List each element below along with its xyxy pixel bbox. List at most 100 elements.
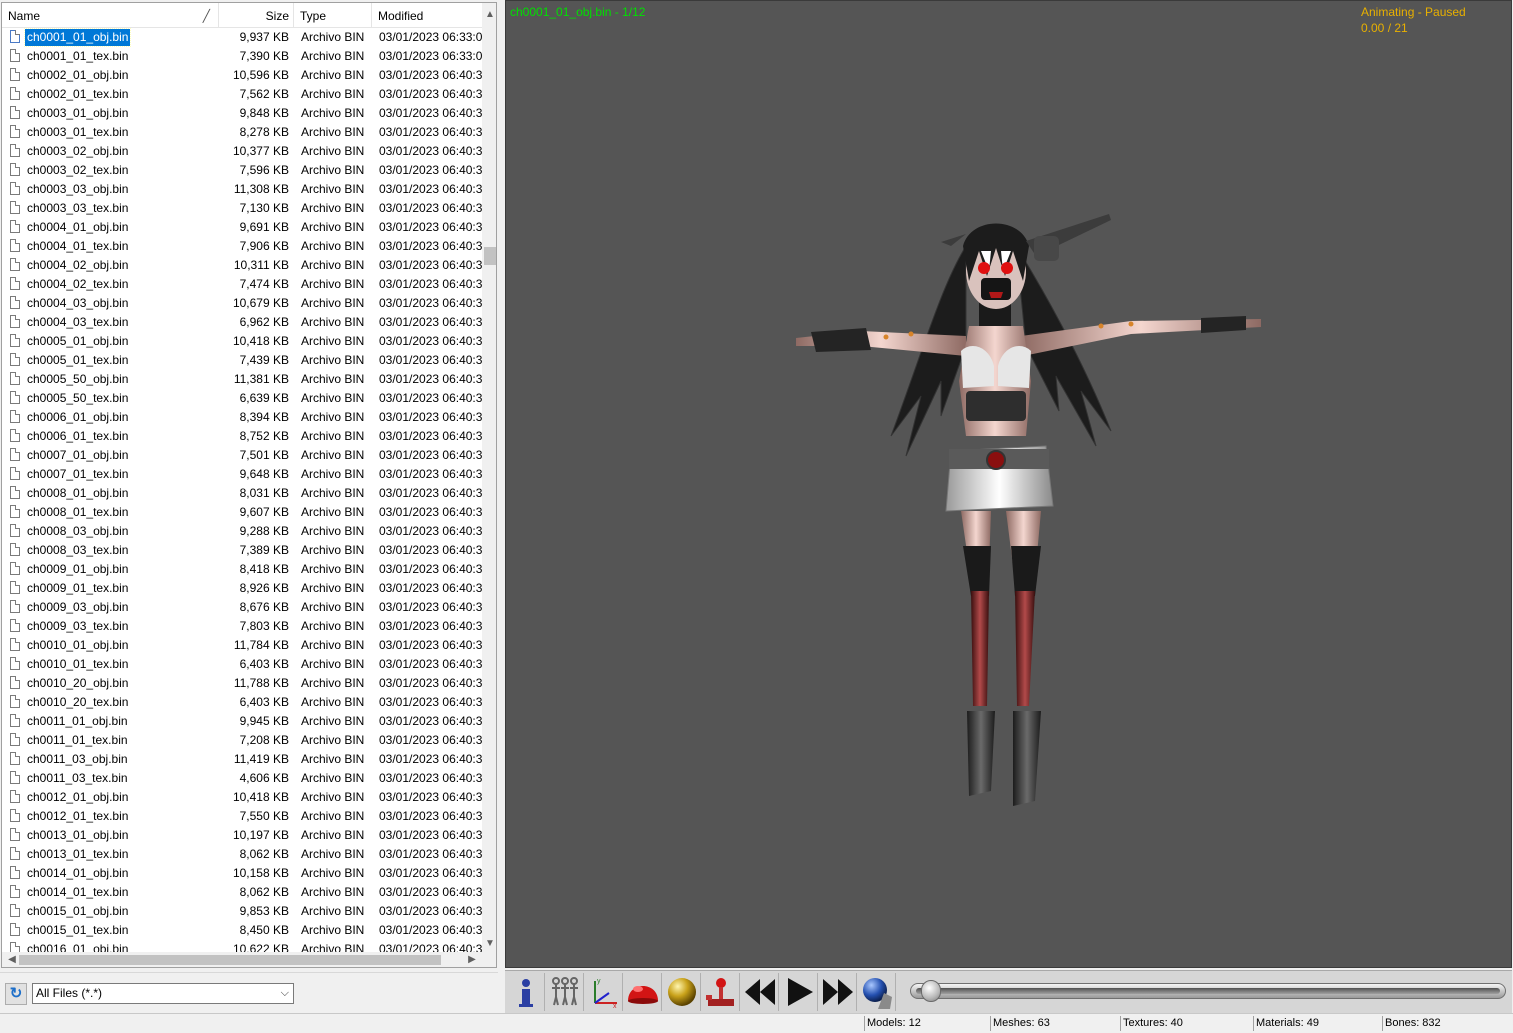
vertical-scrollbar[interactable]: ▲ ▼ xyxy=(482,3,496,952)
file-icon xyxy=(10,619,20,632)
file-icon xyxy=(10,277,20,290)
file-size: 7,208 KB xyxy=(239,733,289,747)
file-name: ch0010_20_tex.bin xyxy=(27,695,129,709)
file-row[interactable]: ch0011_01_obj.bin 9,945 KB Archivo BIN 03/0… xyxy=(2,712,482,731)
file-row[interactable]: ch0006_01_obj.bin 8,394 KB Archivo BIN 03/0… xyxy=(2,408,482,427)
file-row[interactable]: ch0002_01_obj.bin 10,596 KB Archivo BIN 03/… xyxy=(2,66,482,85)
material-sphere-button[interactable] xyxy=(663,973,701,1011)
scroll-up-icon[interactable]: ▲ xyxy=(482,7,496,23)
file-row[interactable]: ch0004_02_obj.bin 10,311 KB Archivo BIN 03/… xyxy=(2,256,482,275)
file-row[interactable]: ch0009_03_tex.bin 7,803 KB Archivo BIN 03/0… xyxy=(2,617,482,636)
play-button[interactable] xyxy=(780,973,818,1011)
column-header-modified[interactable]: Modified xyxy=(372,3,482,27)
file-row[interactable]: ch0010_20_tex.bin 6,403 KB Archivo BIN 03/0… xyxy=(2,693,482,712)
joystick-button[interactable] xyxy=(702,973,740,1011)
file-row[interactable]: ch0010_01_obj.bin 11,784 KB Archivo BIN 03/… xyxy=(2,636,482,655)
skeleton-button[interactable] xyxy=(546,973,584,1011)
file-size: 7,389 KB xyxy=(239,543,289,557)
file-icon xyxy=(10,581,20,594)
file-row[interactable]: ch0004_03_obj.bin 10,679 KB Archivo BIN 03/… xyxy=(2,294,482,313)
file-size: 7,390 KB xyxy=(239,49,289,63)
file-size: 8,062 KB xyxy=(239,847,289,861)
scroll-right-icon[interactable]: ▶ xyxy=(464,952,480,967)
file-icon xyxy=(10,201,20,214)
file-row[interactable]: ch0003_02_obj.bin 10,377 KB Archivo BIN 03/… xyxy=(2,142,482,161)
file-row[interactable]: ch0004_03_tex.bin 6,962 KB Archivo BIN 03/0… xyxy=(2,313,482,332)
file-row[interactable]: ch0007_01_tex.bin 9,648 KB Archivo BIN 03/0… xyxy=(2,465,482,484)
file-name: ch0009_03_tex.bin xyxy=(27,619,129,633)
file-modified: 03/01/2023 06:40:32 xyxy=(379,562,482,576)
file-row[interactable]: ch0008_01_obj.bin 8,031 KB Archivo BIN 03/0… xyxy=(2,484,482,503)
file-row[interactable]: ch0011_03_tex.bin 4,606 KB Archivo BIN 03/0… xyxy=(2,769,482,788)
file-row[interactable]: ch0005_50_tex.bin 6,639 KB Archivo BIN 03/0… xyxy=(2,389,482,408)
file-row[interactable]: ch0008_03_tex.bin 7,389 KB Archivo BIN 03/0… xyxy=(2,541,482,560)
info-button[interactable] xyxy=(507,973,545,1011)
file-row[interactable]: ch0010_01_tex.bin 6,403 KB Archivo BIN 03/0… xyxy=(2,655,482,674)
file-row[interactable]: ch0005_50_obj.bin 11,381 KB Archivo BIN 03/… xyxy=(2,370,482,389)
svg-text:x: x xyxy=(613,1003,617,1009)
file-row[interactable]: ch0003_03_obj.bin 11,308 KB Archivo BIN 03/… xyxy=(2,180,482,199)
file-row[interactable]: ch0003_03_tex.bin 7,130 KB Archivo BIN 03/0… xyxy=(2,199,482,218)
column-header-type[interactable]: Type xyxy=(294,3,372,27)
file-icon xyxy=(10,239,20,252)
model-viewport[interactable]: ch0001_01_obj.bin - 1/12 Animating - Pau… xyxy=(505,0,1512,968)
dome-button[interactable] xyxy=(624,973,662,1011)
file-row[interactable]: ch0013_01_tex.bin 8,062 KB Archivo BIN 03/0… xyxy=(2,845,482,864)
file-row[interactable]: ch0001_01_obj.bin 9,937 KB Archivo BIN 03/0… xyxy=(2,28,482,47)
file-row[interactable]: ch0004_01_tex.bin 7,906 KB Archivo BIN 03/0… xyxy=(2,237,482,256)
file-modified: 03/01/2023 06:40:32 xyxy=(379,904,482,918)
file-row[interactable]: ch0005_01_tex.bin 7,439 KB Archivo BIN 03/0… xyxy=(2,351,482,370)
file-list[interactable]: Name ╱ Size Type Modified ch0001_01_obj.… xyxy=(1,2,497,968)
file-row[interactable]: ch0008_03_obj.bin 9,288 KB Archivo BIN 03/0… xyxy=(2,522,482,541)
file-row[interactable]: ch0012_01_tex.bin 7,550 KB Archivo BIN 03/0… xyxy=(2,807,482,826)
file-name: ch0011_03_tex.bin xyxy=(27,771,128,785)
axes-button[interactable]: yx xyxy=(585,973,623,1011)
file-modified: 03/01/2023 06:40:32 xyxy=(379,752,482,766)
file-row[interactable]: ch0006_01_tex.bin 8,752 KB Archivo BIN 03/0… xyxy=(2,427,482,446)
file-size: 10,158 KB xyxy=(232,866,289,880)
file-row[interactable]: ch0015_01_tex.bin 8,450 KB Archivo BIN 03/0… xyxy=(2,921,482,940)
file-row[interactable]: ch0004_01_obj.bin 9,691 KB Archivo BIN 03/0… xyxy=(2,218,482,237)
rewind-button[interactable] xyxy=(741,973,779,1011)
file-row[interactable]: ch0012_01_obj.bin 10,418 KB Archivo BIN 03/… xyxy=(2,788,482,807)
file-row[interactable]: ch0011_03_obj.bin 11,419 KB Archivo BIN 03/… xyxy=(2,750,482,769)
file-row[interactable]: ch0013_01_obj.bin 10,197 KB Archivo BIN 03/… xyxy=(2,826,482,845)
file-size: 11,308 KB xyxy=(233,182,289,196)
file-row[interactable]: ch0009_01_tex.bin 8,926 KB Archivo BIN 03/0… xyxy=(2,579,482,598)
column-header-name[interactable]: Name ╱ xyxy=(2,3,219,27)
file-icon xyxy=(10,638,20,651)
column-header-size[interactable]: Size xyxy=(219,3,294,27)
animation-timeline-slider[interactable] xyxy=(910,980,1506,1002)
file-row[interactable]: ch0015_01_obj.bin 9,853 KB Archivo BIN 03/0… xyxy=(2,902,482,921)
file-row[interactable]: ch0003_02_tex.bin 7,596 KB Archivo BIN 03/0… xyxy=(2,161,482,180)
horizontal-scrollbar[interactable]: ◀ ▶ xyxy=(2,952,482,967)
file-icon xyxy=(10,695,20,708)
file-row[interactable]: ch0010_20_obj.bin 11,788 KB Archivo BIN 03/… xyxy=(2,674,482,693)
file-row[interactable]: ch0003_01_obj.bin 9,848 KB Archivo BIN 03/0… xyxy=(2,104,482,123)
vertical-scroll-thumb[interactable] xyxy=(484,246,496,265)
file-row[interactable]: ch0009_03_obj.bin 8,676 KB Archivo BIN 03/0… xyxy=(2,598,482,617)
file-row[interactable]: ch0004_02_tex.bin 7,474 KB Archivo BIN 03/0… xyxy=(2,275,482,294)
file-type: Archivo BIN xyxy=(301,353,365,367)
file-row[interactable]: ch0014_01_tex.bin 8,062 KB Archivo BIN 03/0… xyxy=(2,883,482,902)
file-row[interactable]: ch0016_01_obj.bin 10,622 KB Archivo BIN 03/… xyxy=(2,940,482,952)
file-row[interactable]: ch0007_01_obj.bin 7,501 KB Archivo BIN 03/0… xyxy=(2,446,482,465)
file-row[interactable]: ch0001_01_tex.bin 7,390 KB Archivo BIN 03/0… xyxy=(2,47,482,66)
file-row[interactable]: ch0008_01_tex.bin 9,607 KB Archivo BIN 03/0… xyxy=(2,503,482,522)
file-row[interactable]: ch0002_01_tex.bin 7,562 KB Archivo BIN 03/0… xyxy=(2,85,482,104)
scroll-down-icon[interactable]: ▼ xyxy=(482,936,496,952)
horizontal-scroll-thumb[interactable] xyxy=(19,955,441,965)
file-row[interactable]: ch0003_01_tex.bin 8,278 KB Archivo BIN 03/0… xyxy=(2,123,482,142)
file-row[interactable]: ch0009_01_obj.bin 8,418 KB Archivo BIN 03/0… xyxy=(2,560,482,579)
globe-button[interactable] xyxy=(858,973,896,1011)
fast-forward-button[interactable] xyxy=(819,973,857,1011)
file-modified: 03/01/2023 06:40:31 xyxy=(379,163,482,177)
file-row[interactable]: ch0014_01_obj.bin 10,158 KB Archivo BIN 03/… xyxy=(2,864,482,883)
refresh-button[interactable]: ↻ xyxy=(5,983,27,1005)
scroll-left-icon[interactable]: ◀ xyxy=(4,952,20,967)
timeline-thumb[interactable] xyxy=(921,980,941,1002)
chevron-down-icon: ⌵ xyxy=(280,987,289,999)
file-row[interactable]: ch0011_01_tex.bin 7,208 KB Archivo BIN 03/0… xyxy=(2,731,482,750)
file-row[interactable]: ch0005_01_obj.bin 10,418 KB Archivo BIN 03/… xyxy=(2,332,482,351)
file-type-filter-select[interactable]: All Files (*.*) ⌵ xyxy=(32,983,294,1004)
